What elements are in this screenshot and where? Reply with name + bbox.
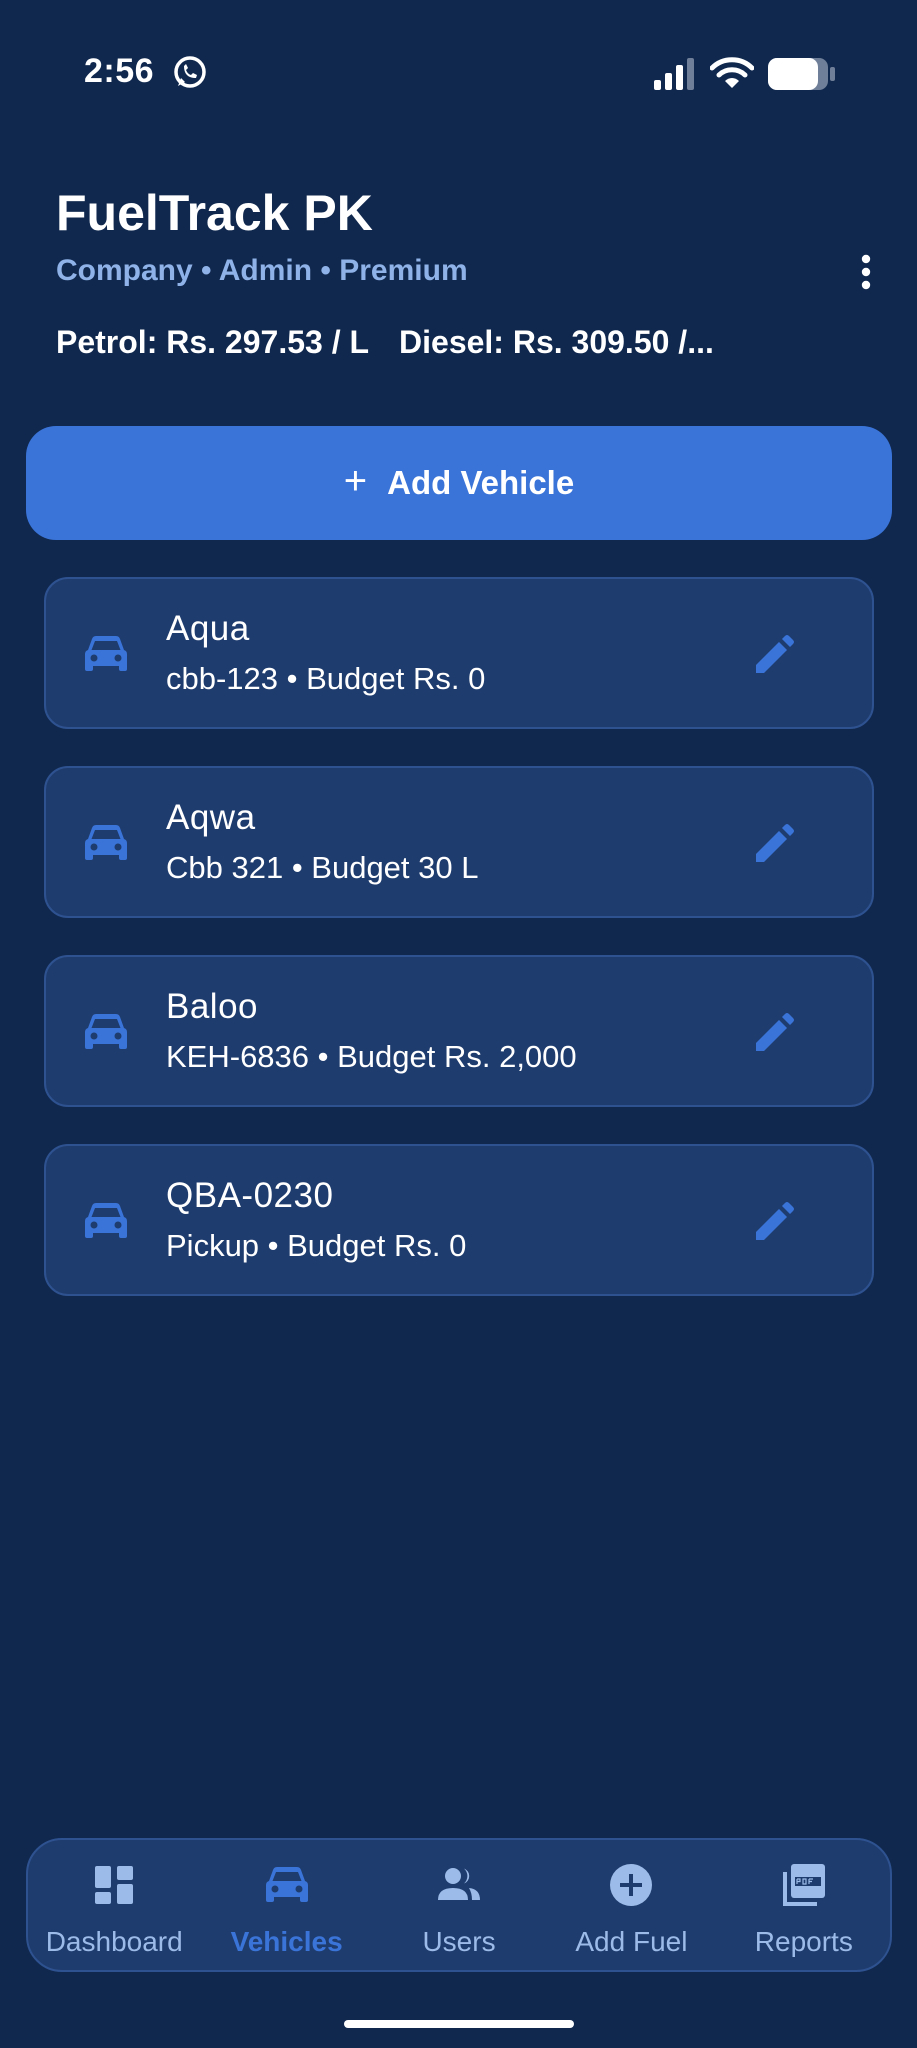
vehicle-card[interactable]: QBA-0230 Pickup • Budget Rs. 0 (44, 1144, 874, 1296)
dashboard-icon (95, 1866, 134, 1904)
battery-icon (768, 58, 835, 90)
edit-icon[interactable] (752, 1011, 796, 1055)
nav-label-users: Users (422, 1926, 496, 1957)
diesel-price: Diesel: Rs. 309.50 /... (399, 324, 714, 360)
vehicle-detail: Pickup • Budget Rs. 0 (166, 1228, 467, 1263)
pdf-icon (782, 1864, 825, 1906)
wifi-icon (710, 57, 754, 88)
car-icon (85, 636, 127, 671)
edit-icon[interactable] (752, 1200, 796, 1244)
nav-item-reports[interactable]: Reports (718, 1840, 890, 1970)
add-circle-icon (610, 1864, 653, 1906)
vehicle-card[interactable]: Baloo KEH-6836 • Budget Rs. 2,000 (44, 955, 874, 1107)
whatsapp-icon (174, 56, 206, 88)
car-icon (265, 1867, 308, 1902)
nav-label-reports: Reports (754, 1926, 853, 1957)
app-title: FuelTrack PK (56, 185, 373, 241)
nav-label-vehicles: Vehicles (230, 1926, 343, 1957)
car-icon (85, 825, 127, 860)
bottom-nav: Dashboard Vehicles Users Add Fuel Report… (26, 1838, 892, 1972)
car-icon (85, 1203, 127, 1238)
status-time: 2:56 (84, 52, 155, 90)
vehicle-name: Aqwa (166, 798, 256, 837)
app-subtitle: Company • Admin • Premium (56, 254, 468, 287)
nav-label-dashboard: Dashboard (45, 1926, 183, 1957)
nav-item-users[interactable]: Users (373, 1840, 545, 1970)
nav-item-vehicles[interactable]: Vehicles (200, 1840, 372, 1970)
plus-icon: + (343, 458, 368, 503)
vehicle-card[interactable]: Aqua cbb-123 • Budget Rs. 0 (44, 577, 874, 729)
signal-icon (654, 58, 694, 90)
edit-icon[interactable] (752, 822, 796, 866)
vehicle-detail: KEH-6836 • Budget Rs. 2,000 (166, 1039, 577, 1074)
vehicle-name: Baloo (166, 987, 259, 1026)
vehicle-card[interactable]: Aqwa Cbb 321 • Budget 30 L (44, 766, 874, 918)
fuel-prices: Petrol: Rs. 297.53 / L Diesel: Rs. 309.50… (56, 324, 714, 361)
add-vehicle-label: Add Vehicle (387, 464, 575, 501)
nav-item-dashboard[interactable]: Dashboard (28, 1840, 200, 1970)
nav-label-add-fuel: Add Fuel (575, 1926, 688, 1957)
vehicle-detail: cbb-123 • Budget Rs. 0 (166, 661, 486, 696)
users-icon (438, 1868, 481, 1900)
add-vehicle-button[interactable]: + Add Vehicle (26, 426, 892, 540)
vehicle-name: Aqua (166, 609, 250, 648)
more-vert-icon[interactable] (852, 252, 880, 292)
home-indicator[interactable] (344, 2020, 574, 2028)
vehicle-name: QBA-0230 (166, 1176, 334, 1215)
edit-icon[interactable] (752, 633, 796, 677)
nav-item-add-fuel[interactable]: Add Fuel (545, 1840, 717, 1970)
car-icon (85, 1014, 127, 1049)
vehicle-detail: Cbb 321 • Budget 30 L (166, 850, 479, 885)
petrol-price: Petrol: Rs. 297.53 / L (56, 324, 370, 360)
vehicle-list: Aqua cbb-123 • Budget Rs. 0 Aqwa Cbb 321… (44, 577, 874, 1333)
status-bar: 2:56 (0, 0, 917, 150)
